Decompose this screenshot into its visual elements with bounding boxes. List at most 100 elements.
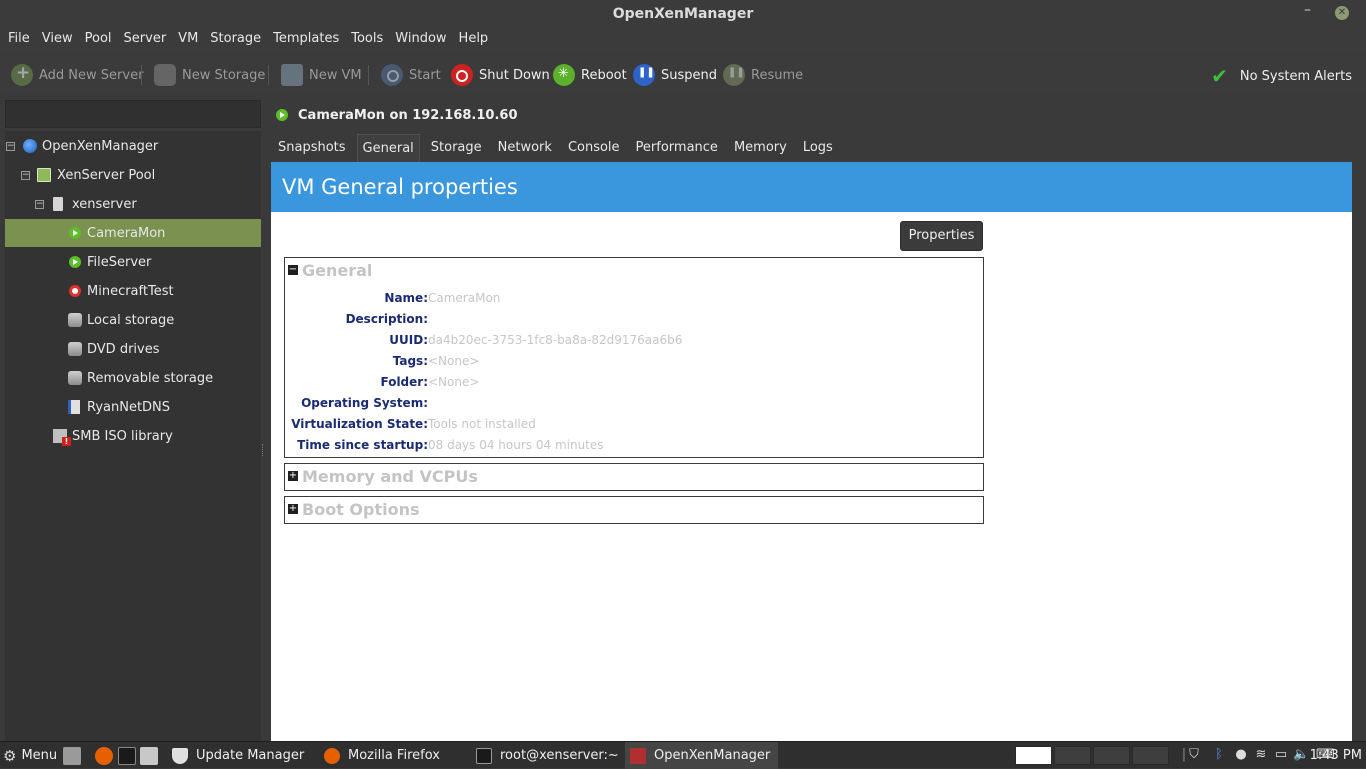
task-firefox[interactable]: Mozilla Firefox [318, 742, 468, 769]
tree-node-vm-minecrafttest[interactable]: MinecraftTest [5, 277, 261, 305]
task-update-manager[interactable]: Update Manager [166, 742, 316, 769]
tree-node-label: Local storage [87, 313, 175, 328]
collapse-icon[interactable]: − [6, 142, 15, 151]
tree-node-smb-iso[interactable]: SMB ISO library [5, 422, 261, 450]
collapse-icon[interactable]: − [288, 265, 298, 275]
pane-splitter[interactable] [262, 444, 265, 456]
menu-server[interactable]: Server [118, 28, 173, 52]
property-label: Description: [345, 312, 428, 326]
shield-tray-icon[interactable]: ⛉ [1186, 747, 1202, 764]
suspend-button[interactable]: Suspend [633, 63, 717, 87]
menu-bar: File View Pool Server VM Storage Templat… [0, 28, 1366, 52]
tree-node-label: DVD drives [87, 342, 160, 357]
expand-icon[interactable]: + [288, 471, 298, 481]
tree-node-label: Removable storage [87, 371, 214, 386]
property-row: Name: CameraMon [285, 288, 985, 309]
firefox-launcher-icon[interactable] [95, 747, 113, 765]
shut-down-label: Shut Down [479, 67, 550, 83]
tab-performance[interactable]: Performance [631, 134, 723, 162]
shut-down-button[interactable]: Shut Down [451, 63, 550, 87]
reboot-label: Reboot [581, 67, 627, 83]
window-edge [1360, 94, 1366, 741]
terminal-launcher-icon[interactable] [118, 747, 136, 765]
clock[interactable]: 1:43 PM [1310, 748, 1362, 763]
tab-network[interactable]: Network [493, 134, 557, 162]
wifi-icon[interactable]: ≋ [1253, 747, 1269, 764]
tree-node-removable-storage[interactable]: Removable storage [5, 364, 261, 392]
tab-logs[interactable]: Logs [798, 134, 838, 162]
firefox-icon [324, 747, 340, 764]
bluetooth-icon[interactable]: ᛒ [1211, 747, 1227, 764]
workspace-2[interactable] [1054, 746, 1091, 765]
tab-storage[interactable]: Storage [426, 134, 487, 162]
properties-button[interactable]: Properties [900, 221, 983, 251]
iso-library-icon [53, 429, 71, 446]
tab-console[interactable]: Console [563, 134, 625, 162]
workspace-4[interactable] [1132, 746, 1169, 765]
new-vm-button[interactable]: New VM [281, 63, 362, 87]
menu-help[interactable]: Help [453, 28, 495, 52]
tree-node-pool[interactable]: − XenServer Pool [5, 161, 261, 189]
property-label: UUID: [389, 333, 428, 347]
user-icon[interactable]: ● [1233, 747, 1249, 764]
show-desktop-icon[interactable] [63, 747, 81, 765]
system-alerts-button[interactable]: ✔ No System Alerts [1211, 64, 1352, 88]
tree-node-local-storage[interactable]: Local storage [5, 306, 261, 334]
menu-view[interactable]: View [36, 28, 79, 52]
battery-icon[interactable]: ▭ [1273, 747, 1289, 764]
tab-snapshots[interactable]: Snapshots [273, 134, 351, 162]
property-row: Tags: <None> [285, 351, 985, 372]
tab-bar: Snapshots General Storage Network Consol… [270, 134, 841, 162]
task-terminal[interactable]: root@xenserver:~ [470, 742, 625, 769]
tree-node-network-ryannetdns[interactable]: RyanNetDNS [5, 393, 261, 421]
collapse-icon[interactable]: − [35, 200, 44, 209]
menu-tools[interactable]: Tools [345, 28, 389, 52]
expand-icon[interactable]: + [288, 504, 298, 514]
task-openxenmanager[interactable]: OpenXenManager [625, 742, 778, 769]
add-new-server-button[interactable]: Add New Server [11, 63, 143, 87]
property-label: Name: [384, 291, 428, 305]
menu-window[interactable]: Window [389, 28, 452, 52]
tree-node-vm-fileserver[interactable]: FileServer [5, 248, 261, 276]
tree-node-server[interactable]: − xenserver [5, 190, 261, 218]
reboot-button[interactable]: Reboot [553, 63, 627, 87]
property-value: 08 days 04 hours 04 minutes [428, 438, 604, 452]
add-server-icon [11, 63, 33, 86]
task-label: OpenXenManager [654, 748, 771, 763]
property-value: Tools not installed [428, 417, 536, 431]
close-button[interactable]: ✕ [1335, 6, 1349, 20]
property-value: CameraMon [428, 291, 501, 305]
menu-file[interactable]: File [2, 28, 36, 52]
menu-templates[interactable]: Templates [267, 28, 345, 52]
tree-node-openxenmanager[interactable]: − OpenXenManager [5, 132, 261, 160]
menu-pool[interactable]: Pool [79, 28, 118, 52]
task-label: Update Manager [196, 748, 305, 763]
section-boot-options[interactable]: + Boot Options [284, 496, 984, 524]
tree-node-dvd-drives[interactable]: DVD drives [5, 335, 261, 363]
tab-memory[interactable]: Memory [729, 134, 792, 162]
property-label: Virtualization State: [291, 417, 428, 431]
resume-button[interactable]: Resume [723, 63, 803, 87]
resource-tree: − OpenXenManager − XenServer Pool − xens… [5, 131, 261, 741]
new-storage-button[interactable]: New Storage [154, 63, 265, 87]
start-menu-button[interactable]: ⚙ Menu [3, 742, 57, 769]
minimize-button[interactable]: – [1304, 2, 1320, 22]
tab-general[interactable]: General [356, 134, 420, 162]
collapse-icon[interactable]: − [21, 171, 30, 180]
task-label: Mozilla Firefox [348, 748, 440, 763]
files-launcher-icon[interactable] [140, 747, 158, 765]
tree-search-input[interactable] [5, 100, 261, 128]
workspace-1[interactable] [1015, 746, 1052, 765]
title-bar: OpenXenManager – ✕ [0, 0, 1366, 28]
volume-icon[interactable]: 🔈 [1293, 747, 1309, 764]
section-title: General [302, 261, 373, 280]
menu-vm[interactable]: VM [172, 28, 204, 52]
start-button[interactable]: Start [381, 63, 441, 87]
workspace-3[interactable] [1093, 746, 1130, 765]
property-value: <None> [428, 354, 480, 368]
menu-storage[interactable]: Storage [204, 28, 267, 52]
property-row: Time since startup: 08 days 04 hours 04 … [285, 435, 985, 456]
vm-running-icon [69, 256, 81, 268]
section-memory-vcpus[interactable]: + Memory and VCPUs [284, 463, 984, 491]
tree-node-vm-cameramon[interactable]: CameraMon [5, 219, 261, 247]
